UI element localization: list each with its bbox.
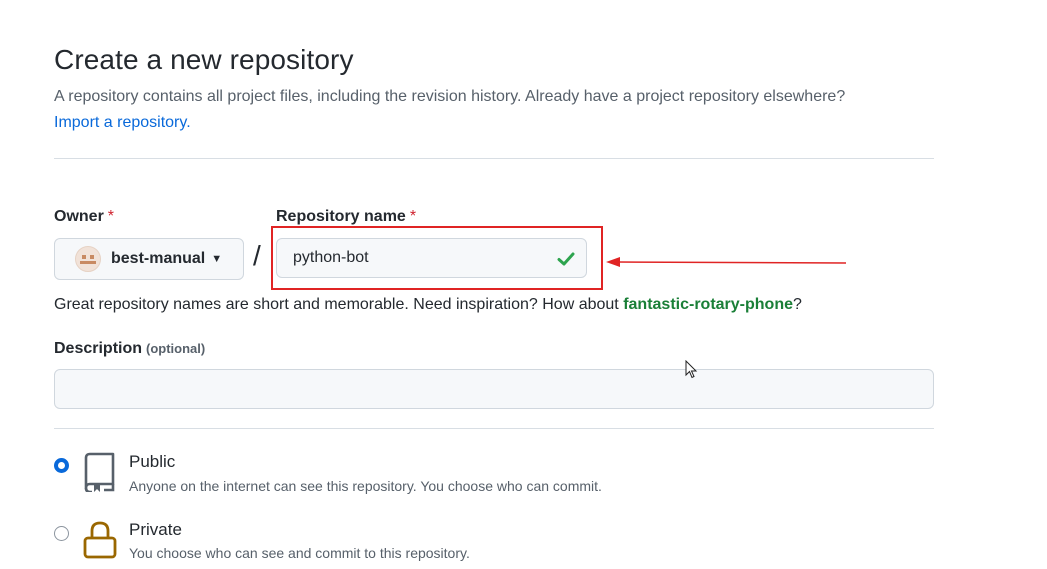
repository-name-value: python-bot — [293, 249, 369, 266]
annotation-arrow-icon — [606, 257, 847, 267]
owner-label: Owner * — [54, 208, 114, 226]
public-description: Anyone on the internet can see this repo… — [129, 478, 602, 494]
required-mark: * — [409, 208, 417, 225]
description-label: Description (optional) — [54, 340, 205, 358]
page-title: Create a new repository — [54, 44, 354, 75]
caret-down-icon: ▼ — [211, 253, 223, 265]
mouse-cursor-icon — [685, 360, 698, 379]
owner-select[interactable]: best-manual ▼ — [54, 238, 244, 280]
required-mark: * — [107, 208, 115, 225]
description-input[interactable] — [54, 369, 934, 409]
repository-name-label-text: Repository name — [276, 208, 406, 225]
optional-tag: (optional) — [146, 341, 206, 356]
repo-icon — [84, 452, 115, 492]
private-title: Private — [129, 520, 182, 539]
private-description: You choose who can see and commit to thi… — [129, 545, 470, 561]
name-suggestion-hint: Great repository names are short and mem… — [54, 295, 802, 315]
repository-name-input[interactable]: python-bot — [276, 238, 587, 278]
hint-text: Great repository names are short and mem… — [54, 296, 624, 313]
divider — [54, 158, 934, 159]
check-icon — [557, 252, 575, 266]
public-radio[interactable] — [54, 458, 69, 473]
private-radio[interactable] — [54, 526, 69, 541]
repository-name-label: Repository name * — [276, 208, 416, 226]
owner-repo-separator: / — [253, 240, 261, 271]
page-subtitle: A repository contains all project files,… — [54, 88, 846, 105]
new-repository-page: Create a new repository A repository con… — [0, 0, 1047, 569]
lock-icon — [83, 521, 117, 559]
owner-value: best-manual — [111, 250, 206, 267]
import-repository-link[interactable]: Import a repository. — [54, 113, 191, 133]
hint-suffix: ? — [792, 296, 802, 313]
divider — [54, 428, 934, 429]
avatar — [75, 246, 101, 272]
owner-label-text: Owner — [54, 208, 104, 225]
suggested-name-link[interactable]: fantastic-rotary-phone — [623, 296, 793, 313]
public-title: Public — [129, 452, 176, 471]
description-label-text: Description — [54, 340, 143, 357]
